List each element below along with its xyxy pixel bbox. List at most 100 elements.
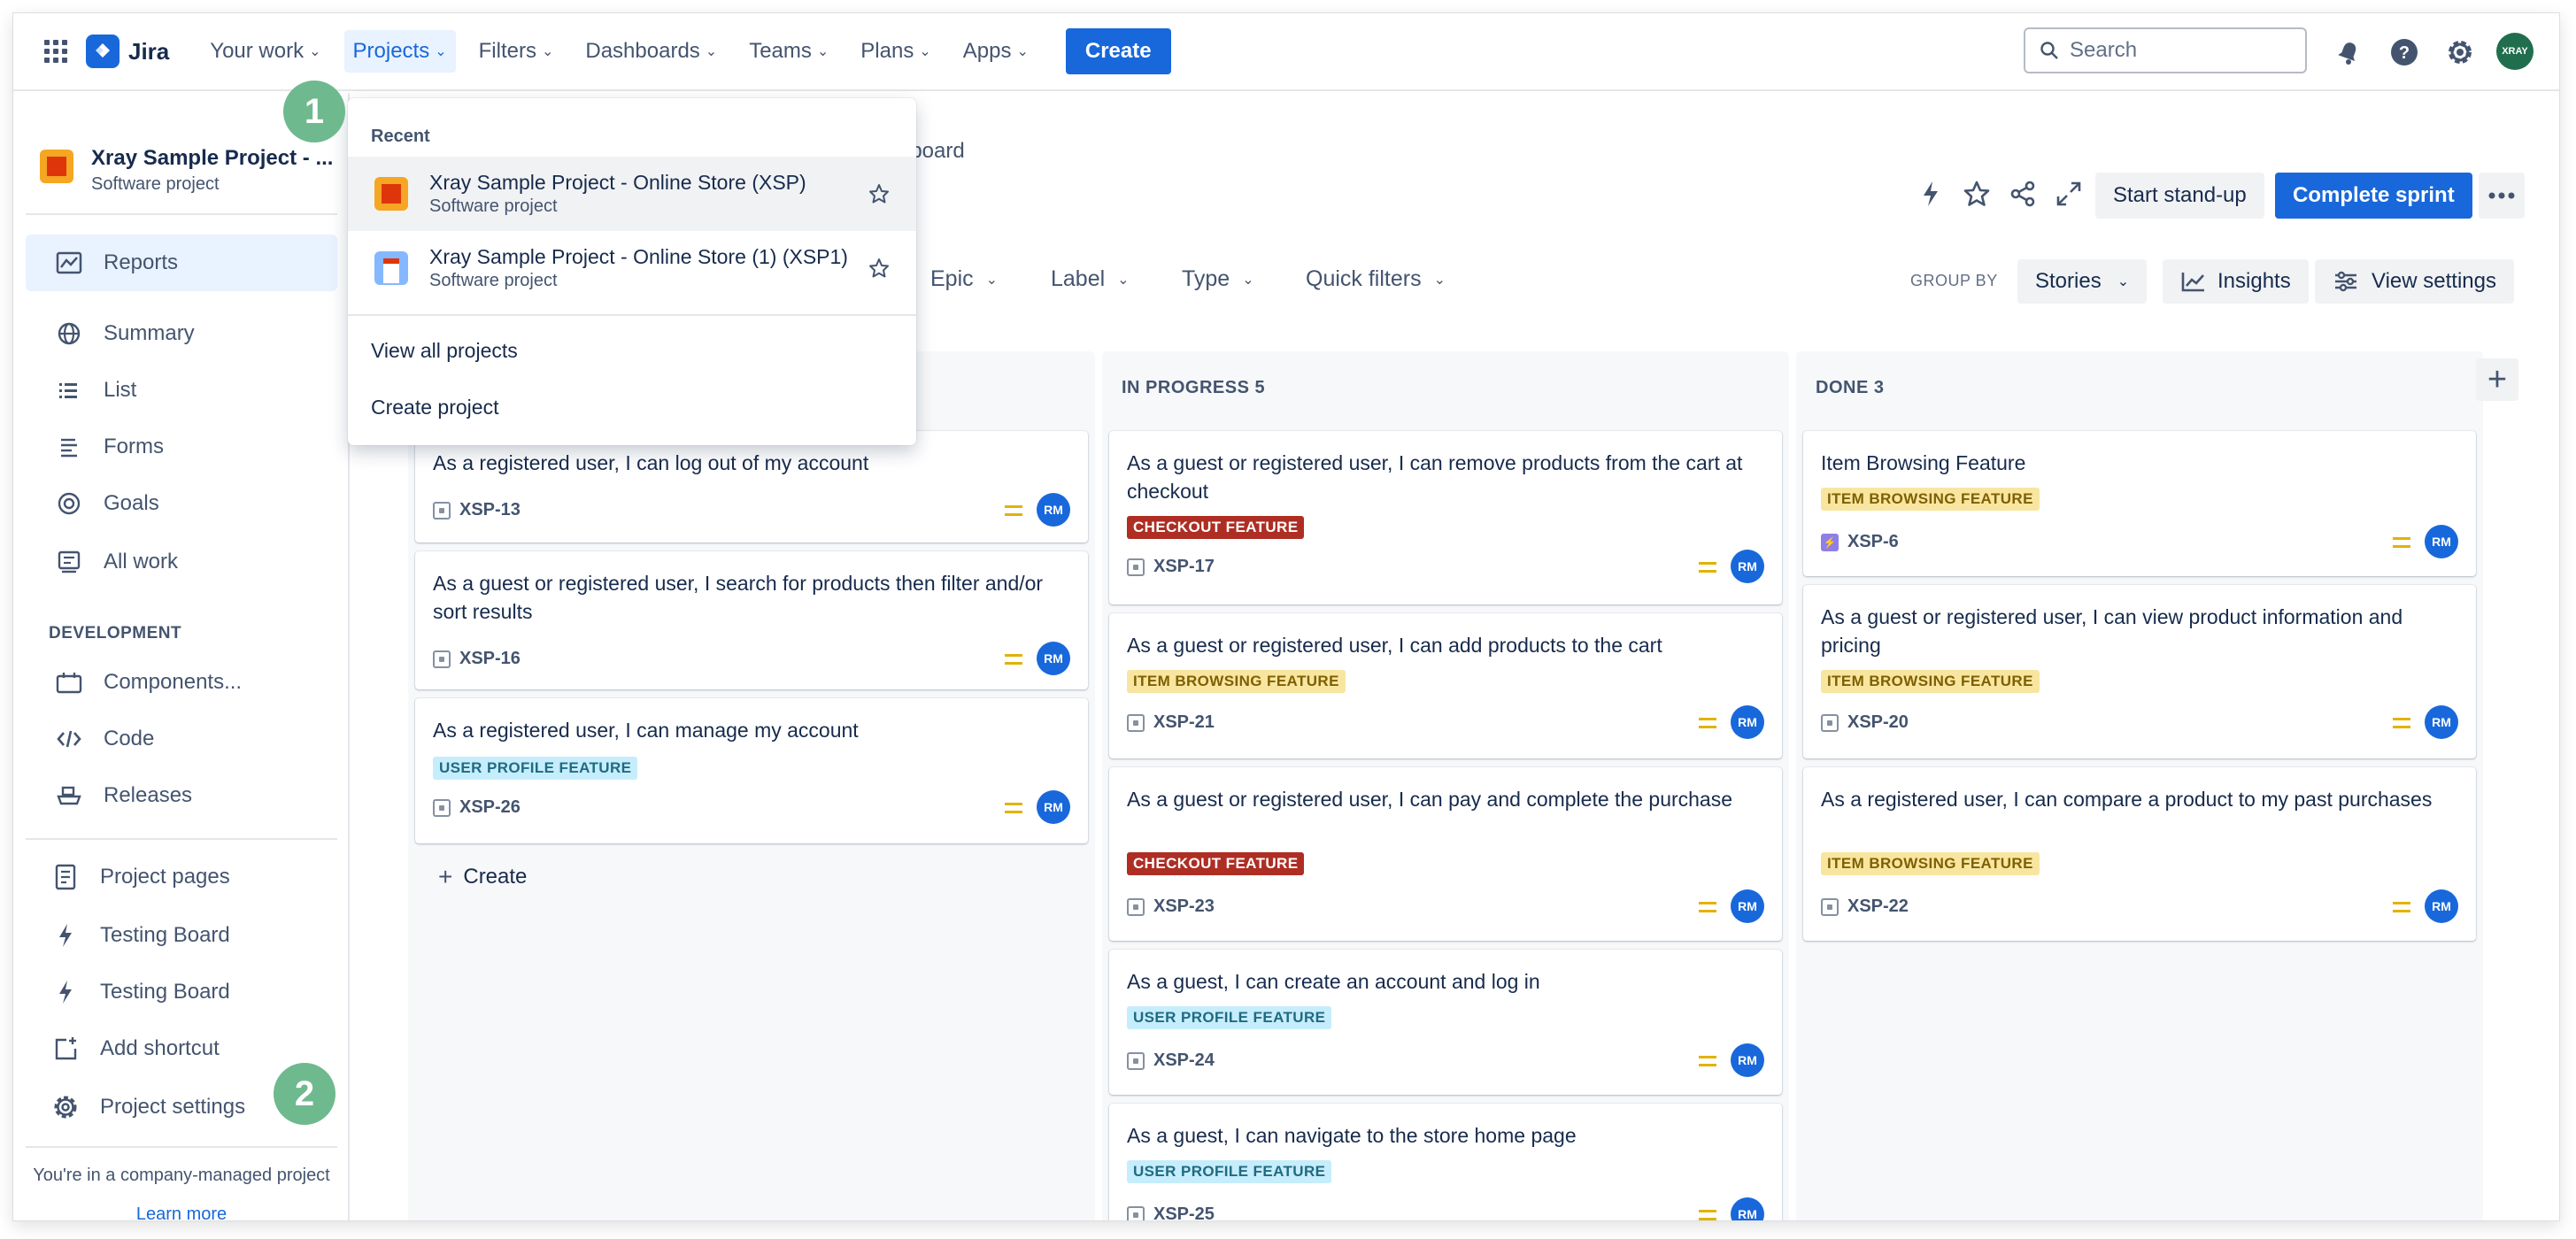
sidebar-project-header[interactable]: Xray Sample Project - ... Software proje… (40, 146, 333, 195)
nav-projects[interactable]: Projects ⌄ (343, 30, 456, 73)
jira-logo[interactable]: Jira (86, 35, 169, 68)
search-placeholder: Search (2070, 38, 2138, 62)
card-title: As a guest or registered user, I can pay… (1127, 788, 1733, 811)
card-key[interactable]: XSP-20 (1821, 712, 1909, 733)
label-filter[interactable]: Label ⌄ (1051, 266, 1130, 292)
sidebar-item-all-work[interactable]: All work (26, 534, 337, 590)
assignee-avatar[interactable]: RM (1731, 705, 1764, 739)
sidebar-item-summary[interactable]: Summary (26, 305, 337, 362)
start-standup-button[interactable]: Start stand-up (2095, 173, 2264, 219)
card-key[interactable]: XSP-17 (1127, 557, 1215, 577)
sidebar-item-forms[interactable]: Forms (26, 419, 337, 475)
sidebar-item-releases[interactable]: Releases (26, 767, 337, 824)
projects-dropdown: Recent Xray Sample Project - Online Stor… (348, 98, 916, 445)
app-switcher-icon[interactable] (38, 34, 73, 69)
card-key[interactable]: XSP-13 (433, 500, 521, 520)
star-icon[interactable] (868, 183, 890, 204)
fullscreen-expand-icon[interactable] (2051, 176, 2086, 212)
priority-medium-icon (1699, 562, 1716, 573)
notifications-icon[interactable] (2331, 35, 2366, 70)
assignee-avatar[interactable]: RM (2425, 525, 2458, 558)
more-actions-button[interactable] (2479, 173, 2525, 219)
sidebar-item-reports[interactable]: Reports (26, 235, 337, 291)
insights-chart-icon (2181, 273, 2204, 292)
sidebar-item-list[interactable]: List (26, 362, 337, 419)
issue-card[interactable]: As a guest or registered user, I search … (415, 551, 1088, 689)
learn-more-link[interactable]: Learn more (13, 1204, 350, 1220)
project-type: Software project (429, 271, 558, 290)
epic-filter[interactable]: Epic ⌄ (930, 266, 998, 292)
recent-project-xsp[interactable]: Xray Sample Project - Online Store (XSP)… (348, 157, 916, 231)
issue-card[interactable]: As a guest, I can create an account and … (1109, 950, 1782, 1095)
card-key[interactable]: XSP-23 (1127, 897, 1215, 917)
sidebar-item-testing-board[interactable]: Testing Board (26, 907, 337, 964)
nav-your-work[interactable]: Your work ⌄ (201, 30, 329, 73)
issue-card[interactable]: As a registered user, I can compare a pr… (1803, 767, 2476, 941)
assignee-avatar[interactable]: RM (1037, 642, 1070, 675)
card-key[interactable]: XSP-25 (1127, 1204, 1215, 1220)
search-input[interactable]: Search (2024, 27, 2307, 73)
recent-project-xsp1[interactable]: Xray Sample Project - Online Store (1) (… (348, 231, 916, 305)
issue-card[interactable]: As a guest or registered user, I can vie… (1803, 585, 2476, 758)
nav-teams[interactable]: Teams ⌄ (740, 30, 837, 73)
assignee-avatar[interactable]: RM (1731, 550, 1764, 583)
issue-key: XSP-13 (459, 500, 521, 519)
card-key[interactable]: XSP-21 (1127, 712, 1215, 733)
sidebar-item-testing-board-2[interactable]: Testing Board (26, 964, 337, 1020)
create-issue-inline[interactable]: + Create (438, 863, 527, 891)
issue-card[interactable]: As a guest or registered user, I can add… (1109, 613, 1782, 758)
user-avatar[interactable]: XRAY (2496, 33, 2534, 70)
assignee-avatar[interactable]: RM (1731, 1043, 1764, 1077)
issue-key: XSP-20 (1847, 712, 1909, 732)
issue-card[interactable]: As a registered user, I can manage my ac… (415, 698, 1088, 843)
create-project-link[interactable]: Create project (371, 396, 498, 419)
settings-gear-icon[interactable] (2442, 35, 2478, 70)
assignee-avatar[interactable]: RM (2425, 889, 2458, 923)
issue-card[interactable]: As a guest or registered user, I can rem… (1109, 431, 1782, 604)
issue-key: XSP-21 (1153, 712, 1215, 732)
card-title: As a guest or registered user, I search … (433, 572, 1044, 623)
star-icon[interactable] (868, 258, 890, 279)
card-key[interactable]: XSP-24 (1127, 1050, 1215, 1071)
quick-filters[interactable]: Quick filters ⌄ (1306, 266, 1446, 292)
card-title: As a registered user, I can compare a pr… (1821, 788, 2433, 811)
assignee-avatar[interactable]: RM (1731, 1197, 1764, 1220)
card-key[interactable]: XSP-6 (1821, 532, 1899, 552)
nav-filters[interactable]: Filters ⌄ (470, 30, 563, 73)
issue-key: XSP-26 (459, 797, 521, 817)
add-column-button[interactable]: + (2476, 358, 2518, 401)
type-filter[interactable]: Type ⌄ (1182, 266, 1254, 292)
sidebar-item-label: Goals (104, 491, 159, 515)
lightning-icon (50, 920, 81, 950)
share-icon[interactable] (2005, 176, 2040, 212)
sidebar-item-goals[interactable]: Goals (26, 475, 337, 532)
issue-card[interactable]: As a registered user, I can log out of m… (415, 431, 1088, 543)
sidebar-item-code[interactable]: Code (26, 711, 337, 767)
group-by-select[interactable]: Stories ⌄ (2017, 259, 2148, 304)
assignee-avatar[interactable]: RM (2425, 705, 2458, 739)
card-key[interactable]: XSP-26 (433, 797, 521, 818)
insights-button[interactable]: Insights (2163, 259, 2309, 304)
complete-sprint-button[interactable]: Complete sprint (2275, 173, 2472, 219)
issue-card[interactable]: As a guest or registered user, I can pay… (1109, 767, 1782, 941)
create-button[interactable]: Create (1065, 28, 1171, 74)
view-settings-button[interactable]: View settings (2315, 259, 2514, 304)
card-key[interactable]: XSP-16 (433, 649, 521, 669)
assignee-avatar[interactable]: RM (1037, 493, 1070, 527)
star-icon[interactable] (1959, 176, 1994, 212)
card-title: As a guest or registered user, I can vie… (1821, 605, 2403, 657)
automation-lightning-icon[interactable] (1913, 176, 1948, 212)
issue-card[interactable]: As a guest, I can navigate to the store … (1109, 1104, 1782, 1220)
view-all-projects-link[interactable]: View all projects (371, 339, 518, 363)
nav-apps[interactable]: Apps ⌄ (954, 30, 1037, 73)
sidebar-item-project-pages[interactable]: Project pages (26, 849, 337, 905)
nav-label: Apps (962, 39, 1012, 63)
card-key[interactable]: XSP-22 (1821, 897, 1909, 917)
issue-card[interactable]: Item Browsing Feature ITEM BROWSING FEAT… (1803, 431, 2476, 576)
assignee-avatar[interactable]: RM (1731, 889, 1764, 923)
help-icon[interactable]: ? (2387, 35, 2422, 70)
assignee-avatar[interactable]: RM (1037, 790, 1070, 824)
sidebar-item-components[interactable]: Components... (26, 654, 337, 711)
nav-dashboards[interactable]: Dashboards ⌄ (576, 30, 726, 73)
nav-plans[interactable]: Plans ⌄ (852, 30, 939, 73)
